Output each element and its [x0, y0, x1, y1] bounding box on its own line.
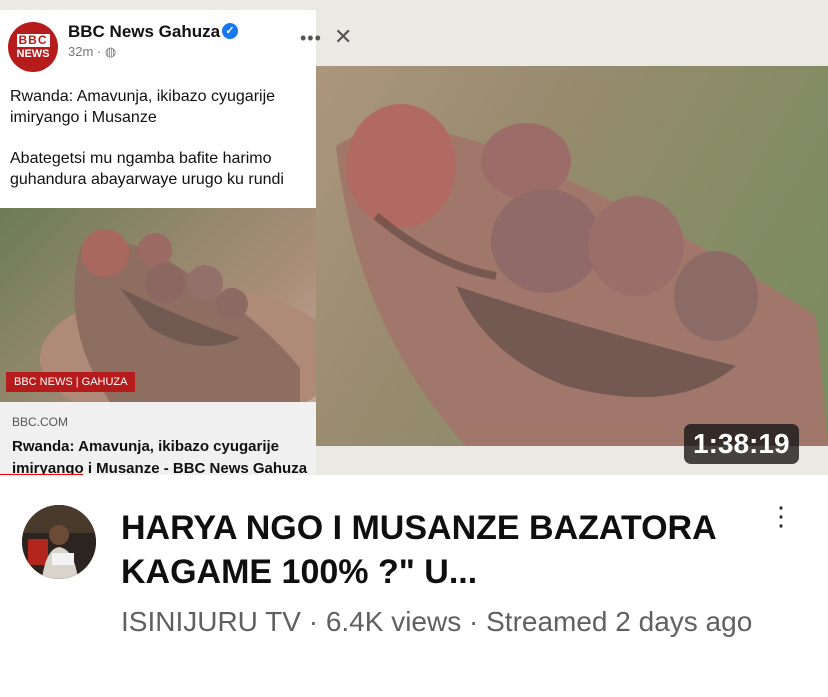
- watch-progress-bar: [0, 474, 83, 475]
- post-time: 32m · ◍: [68, 44, 117, 59]
- video-title[interactable]: HARYA NGO I MUSANZE BAZATORA KAGAME 100%…: [121, 506, 761, 594]
- channel-avatar[interactable]: [22, 505, 96, 579]
- post-header: BBC NEWS BBC News Gahuza ✓ 32m · ◍ ••• ✕: [0, 10, 352, 76]
- globe-icon: ◍: [104, 44, 117, 59]
- more-options-icon[interactable]: ⋮: [768, 503, 794, 529]
- video-metadata: ISINIJURU TV · 6.4K views · Streamed 2 d…: [121, 606, 753, 637]
- video-thumbnail[interactable]: BBC NEWS BBC News Gahuza ✓ 32m · ◍ ••• ✕…: [0, 0, 828, 475]
- link-preview: BBC.COM Rwanda: Amavunja, ikibazo cyugar…: [0, 402, 316, 475]
- verified-icon: ✓: [222, 23, 238, 39]
- foot-photo-large: [316, 66, 828, 446]
- link-domain: BBC.COM: [12, 415, 69, 429]
- video-duration-badge: 1:38:19: [684, 424, 799, 464]
- bbc-logo: BBC NEWS: [8, 22, 58, 72]
- bbc-news-banner: BBC NEWS | GAHUZA: [6, 372, 136, 392]
- post-subtext: Abategetsi mu ngamba bafite harimo guhan…: [10, 150, 284, 188]
- more-options-icon: •••: [300, 28, 322, 48]
- link-title: Rwanda: Amavunja, ikibazo cyugarije imir…: [12, 438, 308, 475]
- post-headline: Rwanda: Amavunja, ikibazo cyugarije imir…: [10, 88, 276, 126]
- facebook-post-card: BBC NEWS BBC News Gahuza ✓ 32m · ◍ ••• ✕…: [0, 10, 352, 475]
- close-icon: ✕: [334, 24, 353, 49]
- page-name: BBC News Gahuza: [68, 22, 221, 41]
